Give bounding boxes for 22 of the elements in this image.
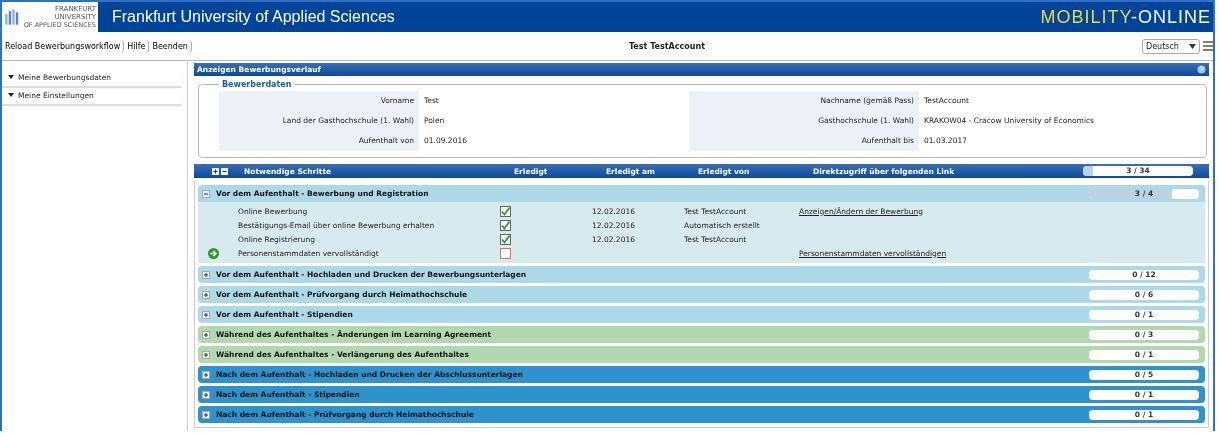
- help-icon[interactable]: [1197, 65, 1206, 74]
- expand-icon[interactable]: [202, 330, 210, 339]
- user-name: Test TestAccount: [627, 41, 706, 51]
- site-title: Frankfurt University of Applied Sciences: [112, 8, 396, 26]
- triangle-down-icon: [8, 92, 14, 98]
- collapse-icon[interactable]: [202, 189, 210, 198]
- expand-icon[interactable]: [202, 370, 210, 379]
- expand-icon[interactable]: [202, 390, 210, 399]
- expand-icon[interactable]: [202, 350, 210, 359]
- brand-logo: MOBILITY-ONLINE: [1040, 6, 1211, 28]
- expand-icon[interactable]: [202, 310, 210, 319]
- language-select[interactable]: Deutsch: [1142, 38, 1200, 54]
- expand-icon[interactable]: [202, 290, 210, 299]
- expand-icon[interactable]: [202, 410, 210, 419]
- caret-icon: [1189, 43, 1196, 49]
- expand-icon[interactable]: [202, 270, 210, 279]
- fieldset-legend: Bewerberdaten: [219, 80, 295, 89]
- collapse-all-icon[interactable]: [221, 167, 228, 175]
- expand-all-icon[interactable]: [212, 167, 219, 175]
- toolbar-button[interactable]: Reload Bewerbungsworkflow: [2, 39, 125, 53]
- menu-icon[interactable]: [1203, 40, 1213, 52]
- triangle-down-icon: [8, 74, 14, 80]
